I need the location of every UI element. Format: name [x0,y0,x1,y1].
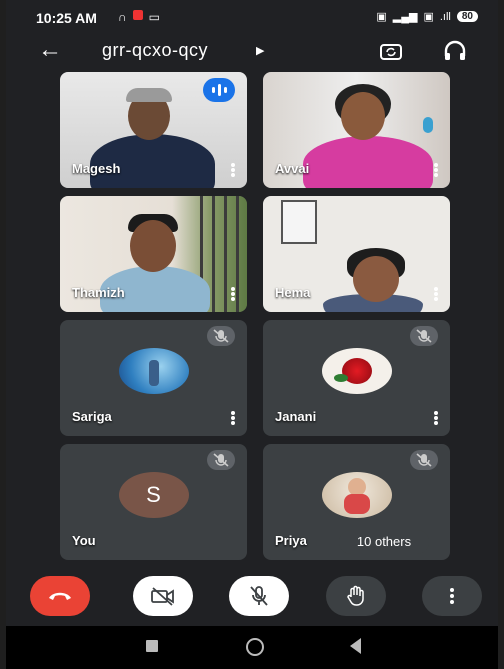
camera-status-icon: ▭ [148,10,160,24]
mic-off-icon [207,450,235,470]
mic-off-icon [207,326,235,346]
meeting-code[interactable]: grr-qcxo-qcy [102,40,208,61]
switch-camera-icon[interactable] [378,38,404,64]
participant-tile-you[interactable]: S You [60,444,247,560]
more-options-icon[interactable] [227,162,239,180]
face [130,220,176,272]
more-options-icon[interactable] [227,410,239,428]
participant-tile-priya[interactable]: Priya 10 others [263,444,450,560]
mic-off-icon [410,450,438,470]
meet-call-screen: 10:25 AM ∩ ▭ ▣ ▂▄▆ ▣ .ıll 80 ← grr-qcxo-… [6,0,498,669]
signal-icon-right: .ıll [439,10,451,23]
saree [303,136,433,188]
more-options-icon[interactable] [430,410,442,428]
headphone-cup [423,117,433,133]
back-button[interactable] [350,638,361,654]
participant-tile-sariga[interactable]: Sariga [60,320,247,436]
participant-tile-avvai[interactable]: Avvai [263,72,450,188]
camera-toggle-button[interactable] [133,576,193,616]
mic-off-icon [250,586,268,606]
call-header: ← grr-qcxo-qcy ▶ [6,32,498,72]
volte-icon-2: ▣ [423,11,434,23]
recents-button[interactable] [146,640,158,652]
participant-name: Janani [275,409,317,424]
battery-indicator: 80 [456,11,478,22]
others-count-button[interactable]: 10 others [339,530,429,554]
mic-toggle-button[interactable] [229,576,289,616]
participant-name: Hema [275,285,311,300]
notification-icons: ∩ ▭ [118,10,160,24]
picture-frame [281,200,317,244]
hair [126,88,172,102]
call-controls [6,572,498,626]
profile-photo [321,348,392,394]
participant-name: You [72,533,96,548]
participant-name: Magesh [72,161,121,176]
participant-name: Avvai [275,161,310,176]
more-icon [450,588,454,604]
participant-tile-janani[interactable]: Janani [263,320,450,436]
more-options-icon[interactable] [227,286,239,304]
speaking-indicator [203,78,235,102]
face [341,92,385,140]
more-options-button[interactable] [422,576,482,616]
end-call-button[interactable] [30,576,90,616]
mail-status-icon [132,10,143,20]
headphones-icon[interactable] [442,38,468,64]
raise-hand-button[interactable] [326,576,386,616]
profile-photo [118,348,189,394]
face [353,256,399,302]
system-icons: ▣ ▂▄▆ ▣ .ıll 80 [376,10,478,23]
status-bar: 10:25 AM ∩ ▭ ▣ ▂▄▆ ▣ .ıll 80 [6,0,498,32]
more-options-icon[interactable] [430,162,442,180]
end-call-icon [49,592,71,600]
mic-off-icon [410,326,438,346]
android-nav-bar [6,626,498,669]
status-time: 10:25 AM [36,10,97,26]
profile-photo [321,472,392,518]
headphones-status-icon: ∩ [118,10,127,24]
more-options-icon[interactable] [430,286,442,304]
participant-name: Thamizh [72,285,125,300]
caret-right-icon[interactable]: ▶ [256,44,264,57]
avatar-initial: S [146,482,161,507]
volte-icon: ▣ [376,11,387,23]
participant-tile-thamizh[interactable]: Thamizh [60,196,247,312]
participant-tile-magesh[interactable]: Magesh [60,72,247,188]
home-button[interactable] [246,638,264,656]
participant-name: Sariga [72,409,112,424]
signal-icon-left: ▂▄▆ [392,11,418,23]
participant-tile-hema[interactable]: Hema [263,196,450,312]
participant-name: Priya [275,533,307,548]
raise-hand-icon [347,585,364,606]
camera-off-icon [151,587,174,606]
initial-avatar: S [118,472,189,518]
back-arrow-icon[interactable]: ← [38,36,62,64]
